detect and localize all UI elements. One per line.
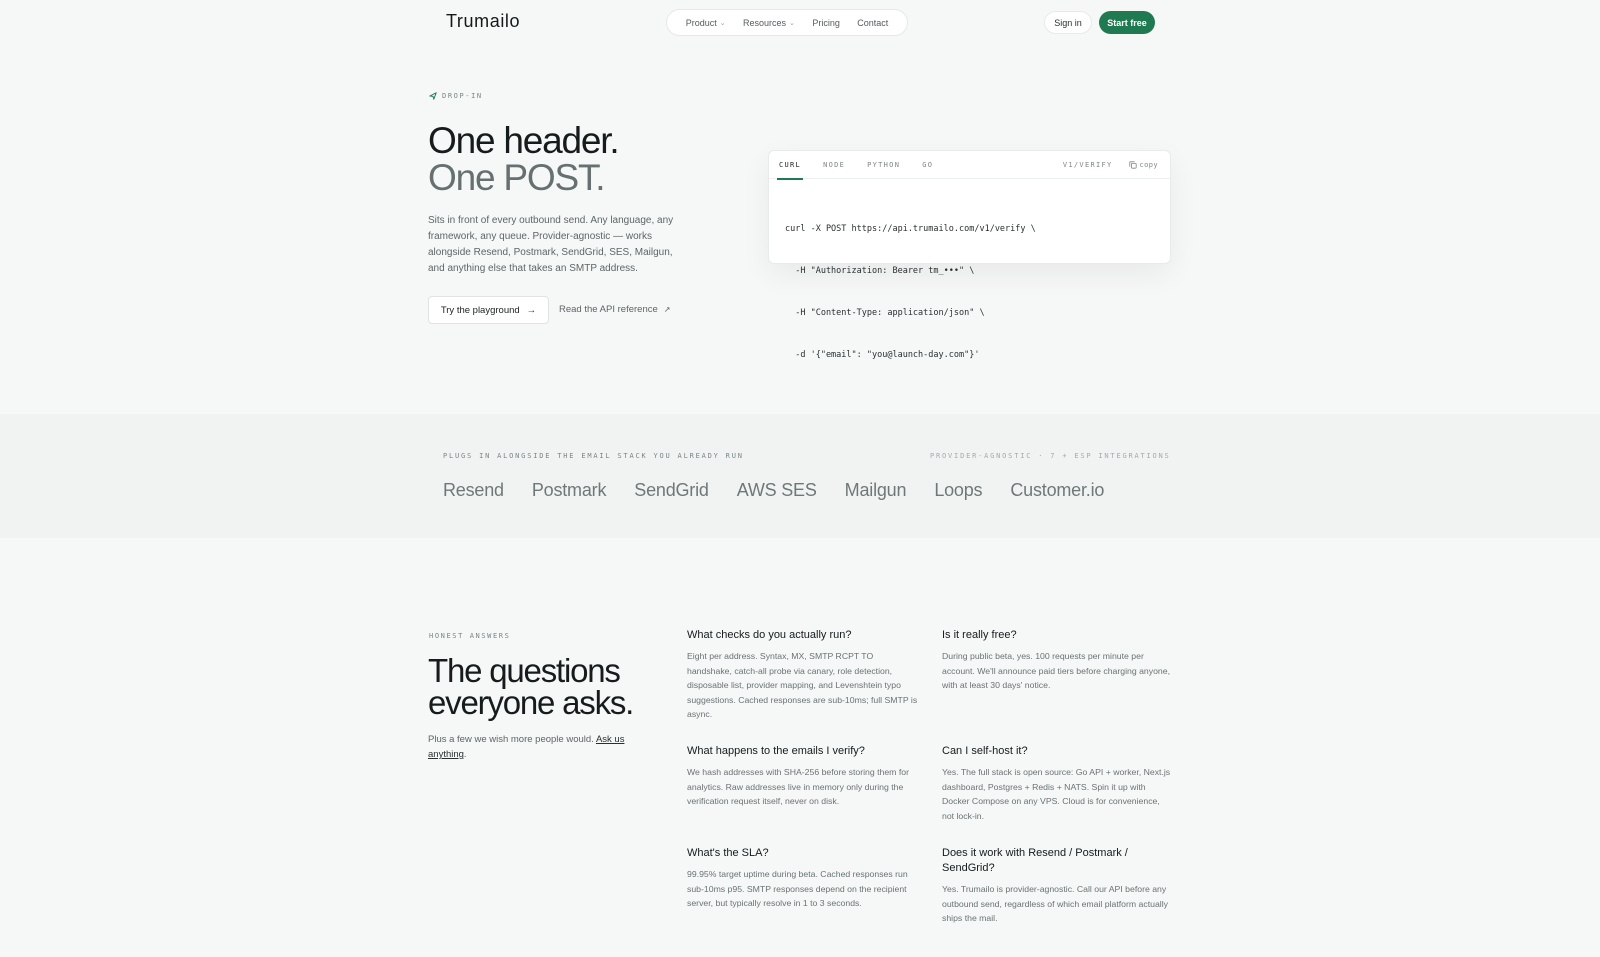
code-line: -H "Authorization: Bearer tm_•••" \: [785, 266, 975, 276]
tab-python[interactable]: PYTHON: [867, 151, 900, 179]
faq-item: What's the SLA? 99.95% target uptime dur…: [687, 846, 919, 911]
try-playground-button[interactable]: Try the playground →: [428, 296, 549, 324]
nav-item-label: Product: [685, 17, 717, 28]
hero-eyebrow: DROP-IN: [429, 92, 483, 100]
button-label: Try the playground: [440, 304, 520, 316]
copy-label: copy: [1139, 161, 1158, 169]
brand-list: Resend Postmark SendGrid AWS SES Mailgun…: [443, 480, 1104, 501]
tab-curl[interactable]: CURL: [776, 151, 804, 180]
send-icon: [429, 92, 437, 100]
hero-description: Sits in front of every outbound send. An…: [428, 215, 674, 274]
code-toolbar: V1/VERIFY copy: [1063, 151, 1158, 179]
integrations-label: PLUGS IN ALONGSIDE THE EMAIL STACK YOU A…: [443, 452, 744, 460]
faq-subtitle: Plus a few we wish more people would. As…: [428, 732, 638, 762]
code-line: -d '{"email": "you@launch-day.com"}': [785, 350, 980, 360]
faq-question: Does it work with Resend / Postmark / Se…: [942, 847, 1128, 874]
faq-eyebrow: HONEST ANSWERS: [429, 632, 511, 640]
api-reference-link[interactable]: Read the API reference ↗: [559, 304, 670, 315]
brand-loops: Loops: [934, 480, 983, 500]
arrow-up-right-icon: ↗: [663, 305, 671, 314]
faq-answer: Yes. Trumailo is provider-agnostic. Call…: [942, 884, 1168, 923]
logo-text: Trumailo: [446, 11, 521, 31]
brand-aws-ses: AWS SES: [736, 480, 817, 500]
faq-subtitle-suffix: .: [463, 749, 467, 760]
chevron-down-icon: ⌄: [719, 19, 726, 27]
sign-in-button[interactable]: Sign in: [1044, 11, 1092, 34]
copy-button[interactable]: copy: [1128, 161, 1158, 169]
faq-answer: Yes. The full stack is open source: Go A…: [942, 767, 1171, 821]
faq-item: What happens to the emails I verify? We …: [687, 744, 919, 809]
endpoint-label: V1/VERIFY: [1062, 161, 1113, 169]
nav-item-contact[interactable]: Contact: [857, 18, 888, 28]
tab-go[interactable]: GO: [922, 151, 933, 179]
chevron-down-icon: ⌄: [789, 19, 795, 27]
faq-item: Does it work with Resend / Postmark / Se…: [942, 846, 1174, 926]
nav-item-product[interactable]: Product ⌄: [686, 18, 726, 28]
nav-item-label: Resources: [743, 17, 787, 28]
top-nav: Trumailo Product ⌄ Resources ⌄ Pricing C…: [0, 0, 1600, 45]
integrations-band: PLUGS IN ALONGSIDE THE EMAIL STACK YOU A…: [0, 414, 1600, 538]
faq-answer: 99.95% target uptime during beta. Cached…: [687, 869, 908, 908]
code-tabs: CURL NODE PYTHON GO V1/VERIFY copy: [769, 151, 1170, 180]
brand-sendgrid: SendGrid: [634, 480, 709, 500]
faq-item: Is it really free? During public beta, y…: [942, 628, 1174, 693]
faq-subtitle-text: Plus a few we wish more people would.: [428, 734, 594, 745]
hero-title: One header. One POST.: [428, 120, 620, 198]
code-line: -H "Content-Type: application/json" \: [785, 308, 985, 318]
arrow-right-icon: →: [526, 304, 537, 316]
eyebrow-label: DROP-IN: [442, 92, 483, 100]
faq-title: The questions everyone asks.: [428, 652, 634, 721]
brand-postmark: Postmark: [531, 480, 607, 500]
faq-answer: During public beta, yes. 100 requests pe…: [942, 651, 1171, 690]
brand-mailgun: Mailgun: [844, 480, 907, 500]
faq-answer: Eight per address. Syntax, MX, SMTP RCPT…: [687, 651, 918, 719]
faq-answer: We hash addresses with SHA-256 before st…: [687, 767, 909, 806]
copy-icon: [1128, 161, 1137, 169]
faq-question: Can I self-host it?: [942, 745, 1028, 757]
brand-resend: Resend: [443, 480, 504, 500]
start-free-button[interactable]: Start free: [1099, 11, 1155, 34]
code-line: curl -X POST https://api.trumailo.com/v1…: [785, 224, 1036, 234]
hero-title-line2: One POST.: [428, 157, 606, 198]
logo[interactable]: Trumailo: [446, 11, 520, 32]
nav-item-label: Contact: [857, 17, 889, 28]
faq-question: Is it really free?: [942, 629, 1017, 641]
hero-title-line1: One header.: [428, 120, 620, 161]
faq-item: Can I self-host it? Yes. The full stack …: [942, 744, 1174, 823]
brand-customer-io: Customer.io: [1010, 480, 1105, 500]
link-label: Read the API reference: [559, 304, 658, 315]
faq-question: What checks do you actually run?: [687, 629, 852, 641]
tab-node[interactable]: NODE: [823, 151, 845, 179]
faq-question: What happens to the emails I verify?: [687, 745, 865, 757]
code-block: curl -X POST https://api.trumailo.com/v1…: [769, 179, 1170, 405]
integrations-count-label: PROVIDER-AGNOSTIC · 7 + ESP INTEGRATIONS: [930, 452, 1171, 460]
nav-item-label: Pricing: [812, 17, 840, 28]
nav-item-resources[interactable]: Resources ⌄: [743, 18, 795, 28]
faq-question: What's the SLA?: [687, 847, 769, 859]
nav-item-pricing[interactable]: Pricing: [812, 18, 840, 28]
code-sample-card: CURL NODE PYTHON GO V1/VERIFY copy curl …: [768, 150, 1171, 360]
nav-menu: Product ⌄ Resources ⌄ Pricing Contact: [666, 9, 908, 36]
faq-item: What checks do you actually run? Eight p…: [687, 628, 919, 722]
